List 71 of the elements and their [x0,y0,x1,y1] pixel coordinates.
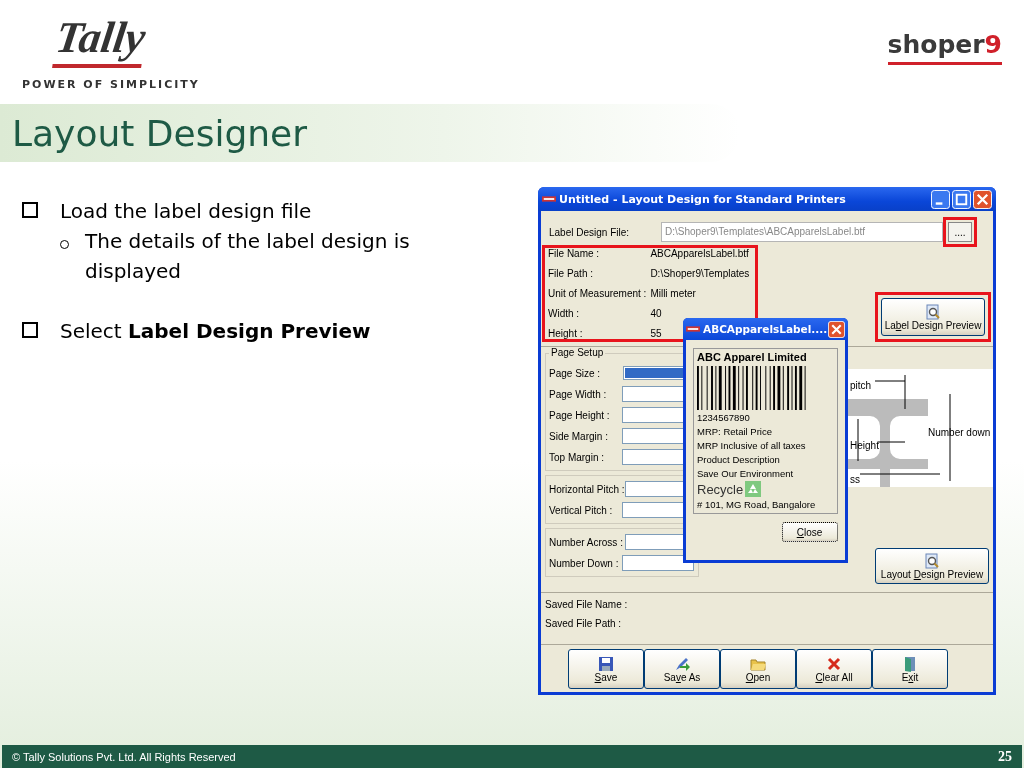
info-label: Height : [548,328,583,339]
saved-info-label: Saved File Path : [545,618,623,629]
sub-bullet-text: The details of the label design is displayed [85,228,411,285]
bullet-text: Select Label Design Preview [60,318,371,345]
info-value: ABCApparelsLabel.btf [650,248,749,259]
info-value: 55 [650,328,662,339]
toolbar-button[interactable]: Save [568,649,644,689]
group-legend: Page Setup [549,347,606,358]
app-icon [686,324,700,334]
copyright-text: © Tally Solutions Pvt. Ltd. All Rights Reserved [12,750,236,763]
toolbar-button[interactable]: Save As [644,649,720,689]
field-label: Horizontal Pitch : [549,483,623,495]
field-label: Number Across : [549,536,623,548]
dialog-title: ABCApparelsLabel.... [703,323,828,335]
product-logo: shoper9 [887,30,1002,65]
label-text: MRP: Retail Price [697,425,773,438]
toolbar-button[interactable]: Open [720,649,796,689]
diagram-label: ss [850,474,860,485]
field-label: Side Margin : [549,430,609,442]
tagline: POWER OF SIMPLICITY [22,78,200,91]
preview-icon [924,552,940,569]
pen-arrow-icon [674,655,690,672]
close-dialog-button[interactable]: Close [781,522,838,542]
address-text: # 101, MG Road, Bangalore [697,498,817,511]
tally-logo: Tally [52,12,149,68]
square-bullet-icon [22,202,38,218]
diagram-label: Height [850,440,879,451]
info-label: Unit of Measurement : [548,288,647,299]
barcode-number: 1234567890 [697,411,751,424]
field-label: Label Design File: [549,226,631,238]
info-value: 40 [650,308,662,319]
browse-button[interactable]: .... [948,222,972,242]
toolbar-button[interactable]: Clear All [796,649,872,689]
toolbar-button[interactable]: Exit [872,649,948,689]
label-text: Save Our Environment [697,467,795,480]
page-number: 25 [998,748,1012,765]
cross-icon [826,655,842,672]
field-label: Top Margin : [549,451,606,463]
info-label: File Path : [548,268,594,279]
maximize-button[interactable] [952,189,971,209]
preview-icon [925,303,941,320]
recycle-icon [745,481,762,497]
info-label: Width : [548,308,580,319]
floppy-icon [598,655,614,672]
door-icon [902,655,918,672]
field-label: Vertical Pitch : [549,504,614,516]
close-button[interactable] [828,320,845,338]
square-bullet-icon [22,322,38,338]
diagram-label: Number down [928,427,991,438]
field-label: Page Size : [549,367,602,379]
label-design-preview-button[interactable]: Label Design Preview [881,298,985,336]
info-value: D:\Shoper9\Templates [650,268,750,279]
bullet-text: Load the label design file [60,198,313,225]
recycle-text: Recycle [697,481,744,497]
minimize-button[interactable] [931,189,950,209]
company-name: ABC Apparel Limited [697,351,808,363]
field-label: Number Down : [549,557,620,569]
layout-design-preview-button[interactable]: Layout Design Preview [875,548,989,584]
input-field[interactable] [622,555,694,571]
label-text: Product Description [697,453,781,466]
field-label: Page Width : [549,388,608,400]
label-text: MRP Inclusive of all taxes [697,439,807,452]
info-label: File Name : [548,248,600,259]
saved-info-label: Saved File Name : [545,599,629,610]
diagram-label: pitch [850,380,872,391]
field-label: Page Height : [549,409,611,421]
info-value: Milli meter [650,288,696,299]
app-icon [542,194,556,204]
close-button[interactable] [973,189,992,209]
slide-title: Layout Designer [12,112,308,154]
window-title: Untitled - Layout Design for Standard Printers [559,192,847,206]
